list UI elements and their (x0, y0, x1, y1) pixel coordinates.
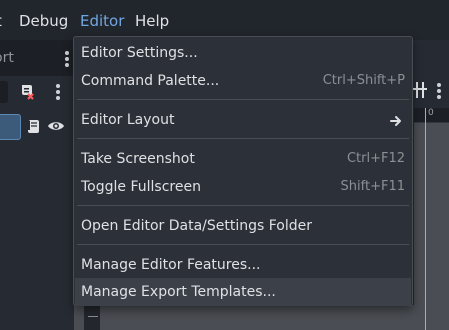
menu-item-manage-features[interactable]: Manage Editor Features... (75, 251, 411, 279)
vertical-ruler (84, 305, 100, 330)
dock-tab-bar: ort (0, 40, 74, 76)
menu-item-label: Command Palette... (81, 73, 220, 89)
menu-separator (77, 205, 409, 206)
script-icon[interactable] (25, 118, 41, 134)
filter-input[interactable] (0, 81, 8, 103)
menu-debug[interactable]: Debug (19, 11, 68, 31)
main-menu-bar: t Debug Editor Help (0, 0, 449, 40)
menu-item-label: Open Editor Data/Settings Folder (81, 218, 313, 234)
menu-item-label: Manage Export Templates... (81, 284, 276, 300)
scene-dock: ort (0, 40, 74, 330)
anchor-icon[interactable] (413, 81, 427, 99)
menu-item-label: Take Screenshot (81, 151, 195, 167)
submenu-arrow-icon (389, 113, 403, 127)
godot-editor-window: ort (0, 0, 449, 330)
viewport-bottom (74, 305, 414, 330)
menu-item-command-palette[interactable]: Command Palette... Ctrl+Shift+P (75, 67, 411, 95)
menu-item-label: Toggle Fullscreen (81, 179, 201, 195)
scene-tree-row[interactable] (0, 112, 74, 140)
dock-toolbar-row (0, 76, 74, 108)
menu-item-toggle-fullscreen[interactable]: Toggle Fullscreen Shift+F11 (75, 173, 411, 201)
selected-node[interactable] (0, 114, 21, 140)
menu-item-label: Manage Editor Features... (81, 257, 261, 273)
visibility-eye-icon[interactable] (47, 118, 65, 134)
kebab-menu-icon[interactable] (65, 51, 69, 67)
menu-item-manage-export-templates[interactable]: Manage Export Templates... (75, 278, 411, 306)
dock-tab-export[interactable]: ort (0, 50, 14, 66)
menu-separator (77, 244, 409, 245)
menu-item-label: Editor Layout (81, 112, 175, 128)
menu-item-shortcut: Ctrl+Shift+P (322, 73, 405, 88)
editor-menu-popup: Editor Settings... Command Palette... Ct… (73, 36, 413, 306)
menu-item-editor-layout[interactable]: Editor Layout (75, 106, 411, 134)
menu-separator (77, 99, 409, 100)
menu-item-shortcut: Ctrl+F12 (346, 151, 405, 166)
viewport-axis-line (425, 108, 426, 330)
kebab-menu-icon[interactable] (56, 84, 60, 100)
ruler-label: 0 (428, 108, 434, 118)
menu-item-label: Editor Settings... (81, 45, 198, 61)
menu-item-editor-settings[interactable]: Editor Settings... (75, 39, 411, 67)
script-remove-icon[interactable] (18, 83, 36, 101)
menu-item-shortcut: Shift+F11 (340, 179, 405, 194)
2d-viewport[interactable] (414, 123, 449, 330)
menu-help[interactable]: Help (135, 11, 169, 31)
menu-editor[interactable]: Editor (80, 11, 124, 31)
menu-separator (77, 138, 409, 139)
menu-item-take-screenshot[interactable]: Take Screenshot Ctrl+F12 (75, 145, 411, 173)
kebab-menu-icon[interactable] (437, 83, 441, 99)
menu-project[interactable]: t (0, 11, 2, 31)
menu-item-open-data-folder[interactable]: Open Editor Data/Settings Folder (75, 212, 411, 240)
